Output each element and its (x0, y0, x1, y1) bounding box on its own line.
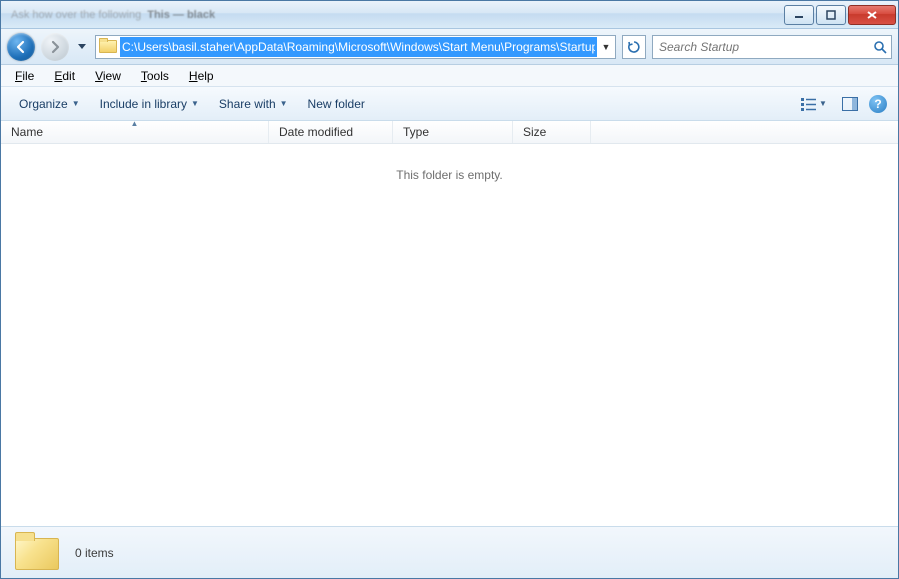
search-icon[interactable] (869, 40, 891, 54)
share-label: Share with (219, 97, 276, 111)
address-dropdown[interactable]: ▼ (597, 42, 615, 52)
preview-pane-icon (842, 97, 858, 111)
column-type[interactable]: Type (393, 121, 513, 143)
titlebar-caption: Ask how over the following This — black (3, 9, 782, 21)
chevron-down-icon: ▼ (819, 99, 827, 108)
sort-ascending-icon: ▲ (131, 119, 139, 128)
chevron-down-icon (78, 44, 86, 50)
include-in-library-menu[interactable]: Include in library ▼ (90, 93, 209, 115)
window-controls (782, 5, 896, 25)
menu-tools[interactable]: TToolsools (133, 67, 177, 85)
menu-help[interactable]: HHelpelp (181, 67, 222, 85)
history-dropdown[interactable] (75, 33, 89, 61)
refresh-button[interactable] (622, 35, 646, 59)
column-name[interactable]: Name ▲ (1, 121, 269, 143)
explorer-window: Ask how over the following This — black (0, 0, 899, 579)
search-box[interactable] (652, 35, 892, 59)
menu-view[interactable]: VViewiew (87, 67, 129, 85)
close-button[interactable] (848, 5, 896, 25)
include-label: Include in library (100, 97, 187, 111)
preview-pane-button[interactable] (838, 92, 862, 116)
view-options-button[interactable]: ▼ (794, 92, 834, 116)
chevron-down-icon: ▼ (280, 99, 288, 108)
maximize-icon (826, 10, 836, 20)
refresh-icon (627, 40, 641, 54)
arrow-left-icon (14, 40, 28, 54)
column-headers: Name ▲ Date modified Type Size (1, 121, 898, 144)
column-date-modified[interactable]: Date modified (269, 121, 393, 143)
menu-bar: FFileile EEditdit VViewiew TToolsools HH… (1, 65, 898, 87)
empty-folder-message: This folder is empty. (1, 168, 898, 182)
back-button[interactable] (7, 33, 35, 61)
navigation-bar: ▼ (1, 29, 898, 65)
column-name-label: Name (11, 125, 43, 139)
column-date-label: Date modified (279, 125, 353, 139)
chevron-down-icon: ▼ (72, 99, 80, 108)
close-icon (866, 10, 878, 20)
command-bar: Organize ▼ Include in library ▼ Share with… (1, 87, 898, 121)
share-with-menu[interactable]: Share with ▼ (209, 93, 298, 115)
search-input[interactable] (653, 40, 869, 54)
column-size[interactable]: Size (513, 121, 591, 143)
column-type-label: Type (403, 125, 429, 139)
chevron-down-icon: ▼ (191, 99, 199, 108)
titlebar: Ask how over the following This — black (1, 1, 898, 29)
minimize-button[interactable] (784, 5, 814, 25)
menu-edit[interactable]: EEditdit (46, 67, 83, 85)
maximize-button[interactable] (816, 5, 846, 25)
new-folder-label: New folder (308, 97, 365, 111)
organize-menu[interactable]: Organize ▼ (9, 93, 90, 115)
new-folder-button[interactable]: New folder (298, 93, 375, 115)
menu-file[interactable]: FFileile (7, 67, 42, 85)
address-bar[interactable]: ▼ (95, 35, 616, 59)
folder-icon (99, 38, 117, 56)
item-count: 0 items (75, 546, 114, 560)
view-icon (801, 97, 817, 111)
column-size-label: Size (523, 125, 546, 139)
address-input[interactable] (120, 37, 597, 57)
forward-button[interactable] (41, 33, 69, 61)
titlebar-text-2: This — black (147, 9, 215, 21)
arrow-right-icon (48, 40, 62, 54)
folder-large-icon (15, 532, 57, 574)
help-icon: ? (869, 95, 887, 113)
details-pane: 0 items (1, 526, 898, 578)
file-list-area[interactable]: This folder is empty. (1, 144, 898, 526)
minimize-icon (794, 10, 804, 20)
help-button[interactable]: ? (866, 92, 890, 116)
titlebar-text-1: Ask how over the following (11, 9, 141, 21)
toolbar-right: ▼ ? (794, 92, 890, 116)
organize-label: Organize (19, 97, 68, 111)
